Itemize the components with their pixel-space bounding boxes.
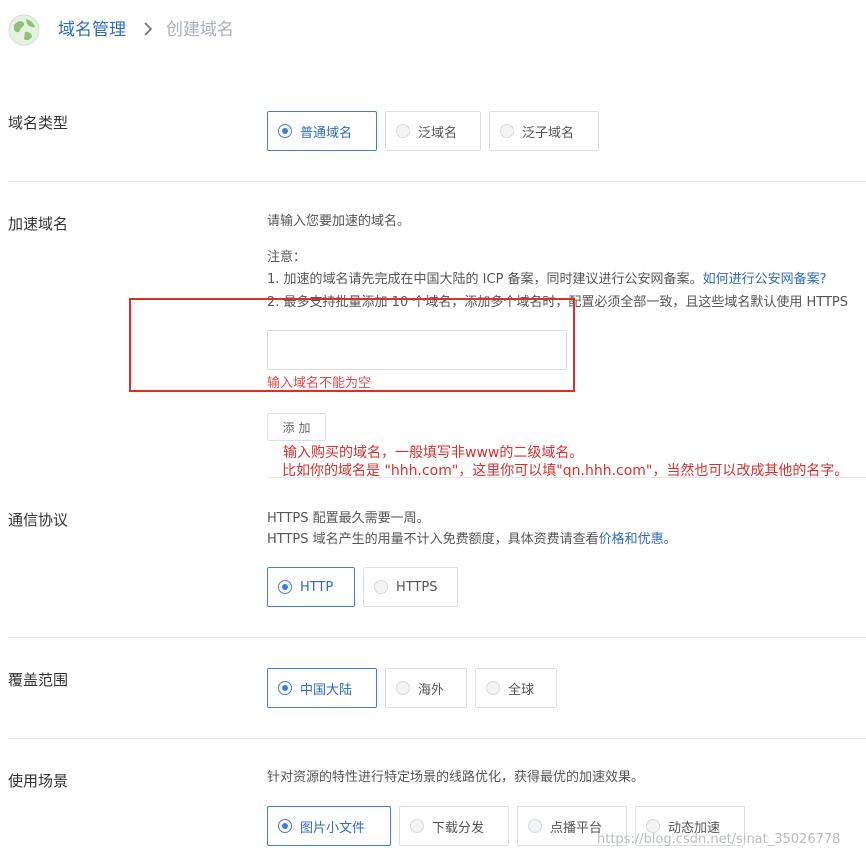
radio-dot-icon [410, 819, 424, 833]
radio-wildcard-subdomain[interactable]: 泛子域名 [489, 111, 599, 151]
accel-domain-label: 加速域名 [8, 215, 69, 233]
note-line-1: 1. 加速的域名请先完成在中国大陆的 ICP 备案，同时建议进行公安网备案。如何… [267, 271, 826, 289]
watermark-text: https://blog.csdn.net/sinat_35026778 [597, 832, 841, 847]
radio-https[interactable]: HTTPS [363, 567, 458, 607]
radio-dot-icon [528, 819, 542, 833]
chevron-right-icon [144, 22, 153, 36]
radio-dot-icon [646, 819, 660, 833]
breadcrumb-current: 创建域名 [166, 20, 234, 40]
radio-label: HTTP [300, 579, 334, 595]
radio-label: 海外 [418, 682, 445, 698]
radio-dot-icon [278, 681, 292, 695]
radio-dot-icon [396, 681, 410, 695]
radio-http[interactable]: HTTP [267, 567, 355, 607]
protocol-label: 通信协议 [8, 511, 69, 529]
radio-label: 全球 [508, 682, 535, 698]
radio-label: 点播平台 [550, 820, 603, 836]
domain-type-label: 域名类型 [8, 114, 69, 132]
section-divider [8, 738, 866, 739]
note-title: 注意： [267, 250, 307, 265]
radio-label: 中国大陆 [300, 682, 353, 698]
radio-label: 普通域名 [300, 125, 353, 141]
section-divider [8, 181, 866, 182]
globe-logo-icon [8, 14, 40, 46]
pricing-link[interactable]: 价格和优惠 [599, 532, 664, 547]
breadcrumb-domain-management[interactable]: 域名管理 [58, 19, 126, 41]
police-filing-link[interactable]: 如何进行公安网备案? [703, 272, 827, 287]
radio-image-small-files[interactable]: 图片小文件 [267, 806, 391, 846]
accel-domain-hint: 请输入您要加速的域名。 [267, 214, 411, 229]
radio-dot-icon [500, 124, 514, 138]
scenario-label: 使用场景 [8, 772, 69, 790]
section-divider [268, 477, 866, 478]
radio-dot-icon [278, 580, 292, 594]
protocol-hint-1: HTTPS 配置最久需要一周。 [267, 511, 430, 526]
scenario-hint: 针对资源的特性进行特定场景的线路优化，获得最优的加速效果。 [267, 770, 645, 785]
radio-mainland-china[interactable]: 中国大陆 [267, 668, 377, 708]
radio-dot-icon [278, 124, 292, 138]
radio-label: 泛子域名 [522, 125, 575, 141]
protocol-hint-2-suffix: 。 [663, 532, 677, 547]
radio-label: HTTPS [396, 579, 438, 595]
radio-dot-icon [486, 681, 500, 695]
annotation-line-1: 输入购买的域名，一般填写非www的二级域名。 [283, 445, 584, 461]
radio-global[interactable]: 全球 [475, 668, 557, 708]
radio-overseas[interactable]: 海外 [385, 668, 467, 708]
protocol-hint-2-text: HTTPS 域名产生的用量不计入免费额度，具体资费请查看 [267, 532, 599, 547]
radio-dot-icon [278, 819, 292, 833]
coverage-label: 覆盖范围 [8, 671, 69, 689]
note-line-1-text: 1. 加速的域名请先完成在中国大陆的 ICP 备案，同时建议进行公安网备案。 [267, 272, 703, 287]
radio-download-distribution[interactable]: 下载分发 [399, 806, 509, 846]
radio-wildcard-domain[interactable]: 泛域名 [385, 111, 481, 151]
add-domain-button[interactable]: 添加 [267, 413, 326, 441]
radio-label: 泛域名 [418, 125, 458, 141]
radio-dot-icon [396, 124, 410, 138]
radio-dot-icon [374, 580, 388, 594]
annotation-highlight-box [129, 298, 575, 392]
section-divider [8, 637, 866, 638]
protocol-hint-2: HTTPS 域名产生的用量不计入免费额度，具体资费请查看价格和优惠。 [267, 531, 677, 549]
radio-label: 下载分发 [432, 820, 485, 836]
radio-label: 图片小文件 [300, 820, 366, 836]
radio-normal-domain[interactable]: 普通域名 [267, 111, 377, 151]
